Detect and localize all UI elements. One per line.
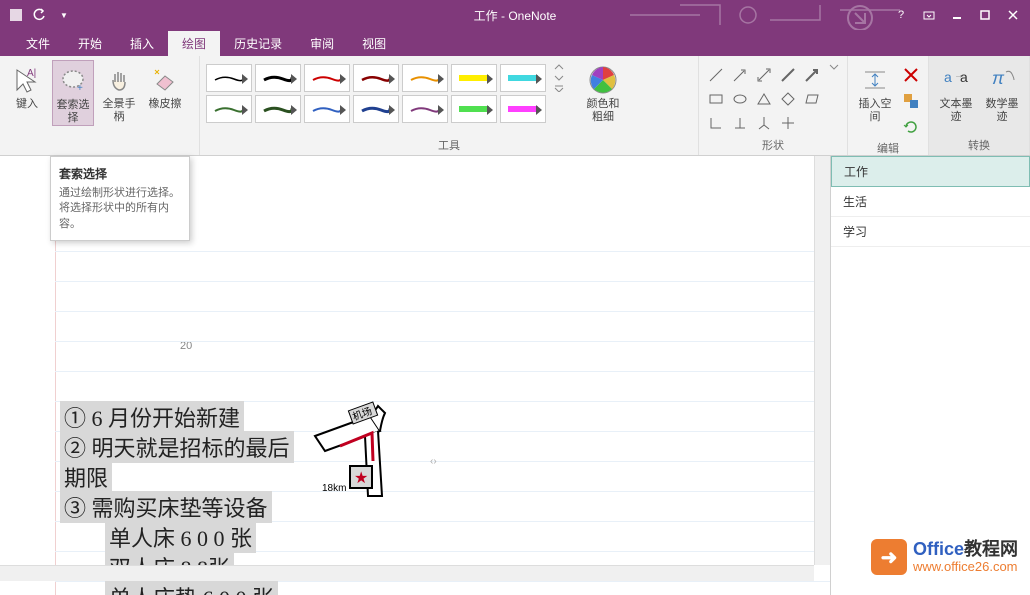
pen-orange[interactable] [402, 64, 448, 92]
pan-button[interactable]: 全景手柄 [98, 60, 140, 124]
dropdown-icon[interactable]: ▼ [56, 7, 72, 23]
color-weight-button[interactable]: 颜色和粗细 [582, 60, 624, 124]
notebook-tab-study[interactable]: 学习 [831, 217, 1030, 247]
shape-axes-cross[interactable] [777, 112, 799, 134]
hl-magenta[interactable] [500, 95, 546, 123]
help-icon[interactable]: ? [888, 5, 914, 25]
lasso-button[interactable]: + 套索选择 [52, 60, 94, 126]
math-ink-button[interactable]: π 数学墨迹 [981, 60, 1023, 124]
pen-purple[interactable] [402, 95, 448, 123]
shape-triangle[interactable] [753, 88, 775, 110]
shape-rect[interactable] [705, 88, 727, 110]
pen-darkgreen[interactable] [255, 95, 301, 123]
shape-ellipse[interactable] [729, 88, 751, 110]
ribbon-toggle-icon[interactable] [916, 5, 942, 25]
menu-review[interactable]: 审阅 [296, 31, 348, 56]
svg-text:★: ★ [354, 470, 368, 487]
note-line-7: 单人床垫 6 0 0 张 [105, 581, 278, 595]
ribbon: A| 键入 + 套索选择 全景手柄 橡皮擦 [0, 56, 1030, 156]
shape-axes-xy[interactable] [705, 112, 727, 134]
shape-arrow[interactable] [729, 64, 751, 86]
hl-cyan[interactable] [500, 64, 546, 92]
svg-text:π: π [992, 68, 1005, 88]
pen-darkred[interactable] [353, 64, 399, 92]
pen-black-thick[interactable] [255, 64, 301, 92]
watermark: ➜ Office教程网 www.office26.com [871, 539, 1018, 575]
shape-axes-yx[interactable] [729, 112, 751, 134]
delete-button[interactable] [900, 64, 922, 86]
horizontal-scrollbar[interactable] [0, 565, 814, 581]
menu-draw[interactable]: 绘图 [168, 31, 220, 56]
hl-yellow[interactable] [451, 64, 497, 92]
menu-home[interactable]: 开始 [64, 31, 116, 56]
notebook-tab-life[interactable]: 生活 [831, 187, 1030, 217]
notebook-panel: 工作 生活 学习 [830, 156, 1030, 595]
menu-bar: 文件 开始 插入 绘图 历史记录 审阅 视图 [0, 30, 1030, 56]
svg-text:18km: 18km [322, 483, 346, 494]
hl-green[interactable] [451, 95, 497, 123]
note-line-5: 单人床 6 0 0 张 [105, 521, 256, 553]
text-ink-button[interactable]: a→a 文本墨迹 [935, 60, 977, 124]
shape-line[interactable] [705, 64, 727, 86]
vertical-scrollbar[interactable] [814, 156, 830, 565]
note-line-1: ① 6 月份开始新建 [60, 401, 244, 433]
map-sketch: 机场 ★ 18km [310, 401, 420, 511]
app-icon [8, 7, 24, 23]
shapes-gallery[interactable] [705, 60, 823, 134]
pen-blue[interactable] [304, 95, 350, 123]
watermark-logo-icon: ➜ [871, 539, 907, 575]
lasso-tooltip: 套索选择 通过绘制形状进行选择。将选择形状中的所有内容。 [50, 156, 190, 241]
pen-red[interactable] [304, 64, 350, 92]
arrange-button[interactable] [900, 90, 922, 112]
svg-text:+: + [77, 83, 83, 94]
shapes-expand[interactable] [827, 60, 841, 74]
menu-insert[interactable]: 插入 [116, 31, 168, 56]
shape-line2[interactable] [777, 64, 799, 86]
menu-file[interactable]: 文件 [12, 31, 64, 56]
shape-double-arrow[interactable] [753, 64, 775, 86]
menu-history[interactable]: 历史记录 [220, 31, 296, 56]
pen-gallery-expand[interactable] [550, 60, 568, 96]
pen-gallery[interactable] [206, 60, 546, 123]
eraser-button[interactable]: 橡皮擦 [144, 60, 186, 111]
maximize-icon[interactable] [972, 5, 998, 25]
pen-green[interactable] [206, 95, 252, 123]
rotate-button[interactable] [900, 116, 922, 138]
pen-darkblue[interactable] [353, 95, 399, 123]
type-button[interactable]: A| 键入 [6, 60, 48, 111]
insert-space-button[interactable]: 插入空间 [854, 60, 896, 124]
minimize-icon[interactable] [944, 5, 970, 25]
note-line-4: ③ 需购买床垫等设备 [60, 491, 272, 523]
shape-diamond[interactable] [777, 88, 799, 110]
undo-icon[interactable] [32, 7, 48, 23]
shape-axes-3d[interactable] [753, 112, 775, 134]
notebook-tab-work[interactable]: 工作 [831, 156, 1030, 187]
shape-arrow2[interactable] [801, 64, 823, 86]
close-icon[interactable] [1000, 5, 1026, 25]
svg-text:a: a [944, 69, 952, 85]
note-line-3: 期限 [60, 461, 112, 493]
window-title: 工作 - OneNote [474, 7, 557, 24]
title-bar: ▼ 工作 - OneNote ? [0, 0, 1030, 30]
cursor-marker: ‹› [430, 456, 437, 467]
pen-black-thin[interactable] [206, 64, 252, 92]
shape-parallelogram[interactable] [801, 88, 823, 110]
note-line-2: ② 明天就是招标的最后 [60, 431, 294, 463]
svg-text:A|: A| [27, 68, 36, 79]
svg-text:a: a [960, 69, 968, 85]
menu-view[interactable]: 视图 [348, 31, 400, 56]
